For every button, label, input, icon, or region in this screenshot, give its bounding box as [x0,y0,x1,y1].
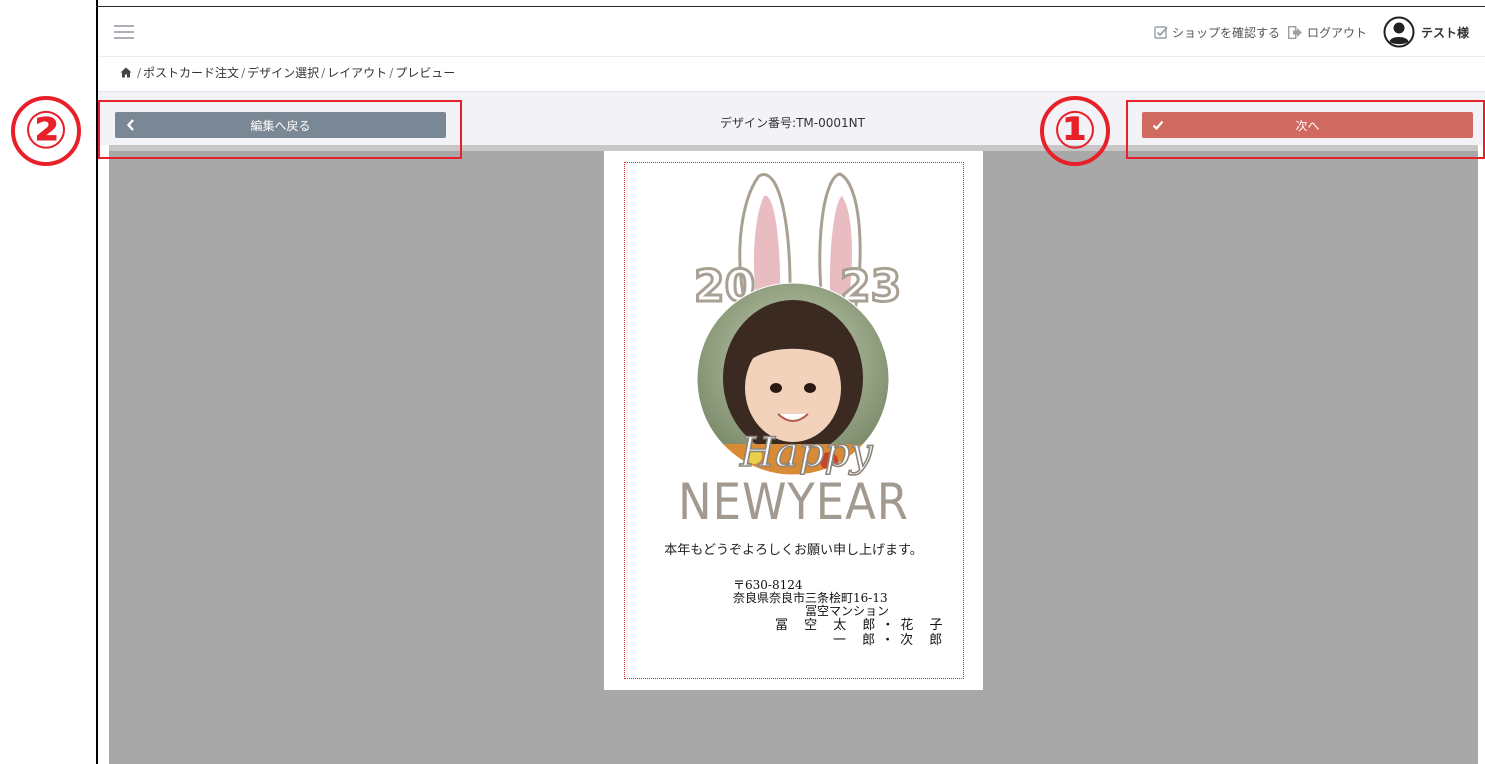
user-avatar-icon[interactable] [1383,16,1415,48]
logout-icon [1287,25,1302,39]
breadcrumb-layout[interactable]: レイアウト [327,64,387,81]
greeting-message: 本年もどうぞよろしくお願い申し上げます。 [664,543,923,558]
design-number: デザイン番号:TM-0001NT [720,116,865,130]
shop-confirm-label: ショップを確認する [1171,25,1280,40]
sender-names-line1: 冨 空 太 郎・花 子 [775,618,949,633]
highlight-box-back [98,100,462,159]
building-name: 冨空マンション [805,604,890,618]
top-navbar: ショップを確認する ログアウト テスト様 [98,7,1485,57]
marker-one: ① [1040,96,1110,166]
logout-label: ログアウト [1306,25,1367,40]
logout-link[interactable]: ログアウト [1287,24,1367,41]
sender-names-line2: 一 郎・次 郎 [833,633,949,648]
breadcrumb-preview: プレビュー [395,66,456,80]
check-square-icon [1154,26,1168,39]
breadcrumb-postcard-order[interactable]: ポストカード注文 [143,64,239,81]
user-name: テスト様 [1420,25,1469,40]
happy-script-text: Happy [739,430,874,476]
shop-confirm-link[interactable]: ショップを確認する [1154,24,1280,41]
highlight-box-next [1126,100,1485,159]
breadcrumb-design-select[interactable]: デザイン選択 [247,64,319,81]
new-year-heading: NEWYEAR [678,473,909,531]
postcard-preview: 20 23 Happy NEWYEAR 本年もどうぞよろしくお願い申し上げます。 [604,151,983,690]
marker-two: ② [11,96,81,166]
breadcrumb: / ポストカード注文 / デザイン選択 / レイアウト / プレビュー [120,64,455,81]
hamburger-icon[interactable] [114,24,134,40]
home-icon[interactable] [120,67,132,78]
top-right-menu: ショップを確認する ログアウト テスト様 [1154,13,1469,51]
sender-address-block: 〒630-8124 奈良県奈良市三条桧町16-13 冨空マンション 冨 空 太 … [733,579,949,649]
